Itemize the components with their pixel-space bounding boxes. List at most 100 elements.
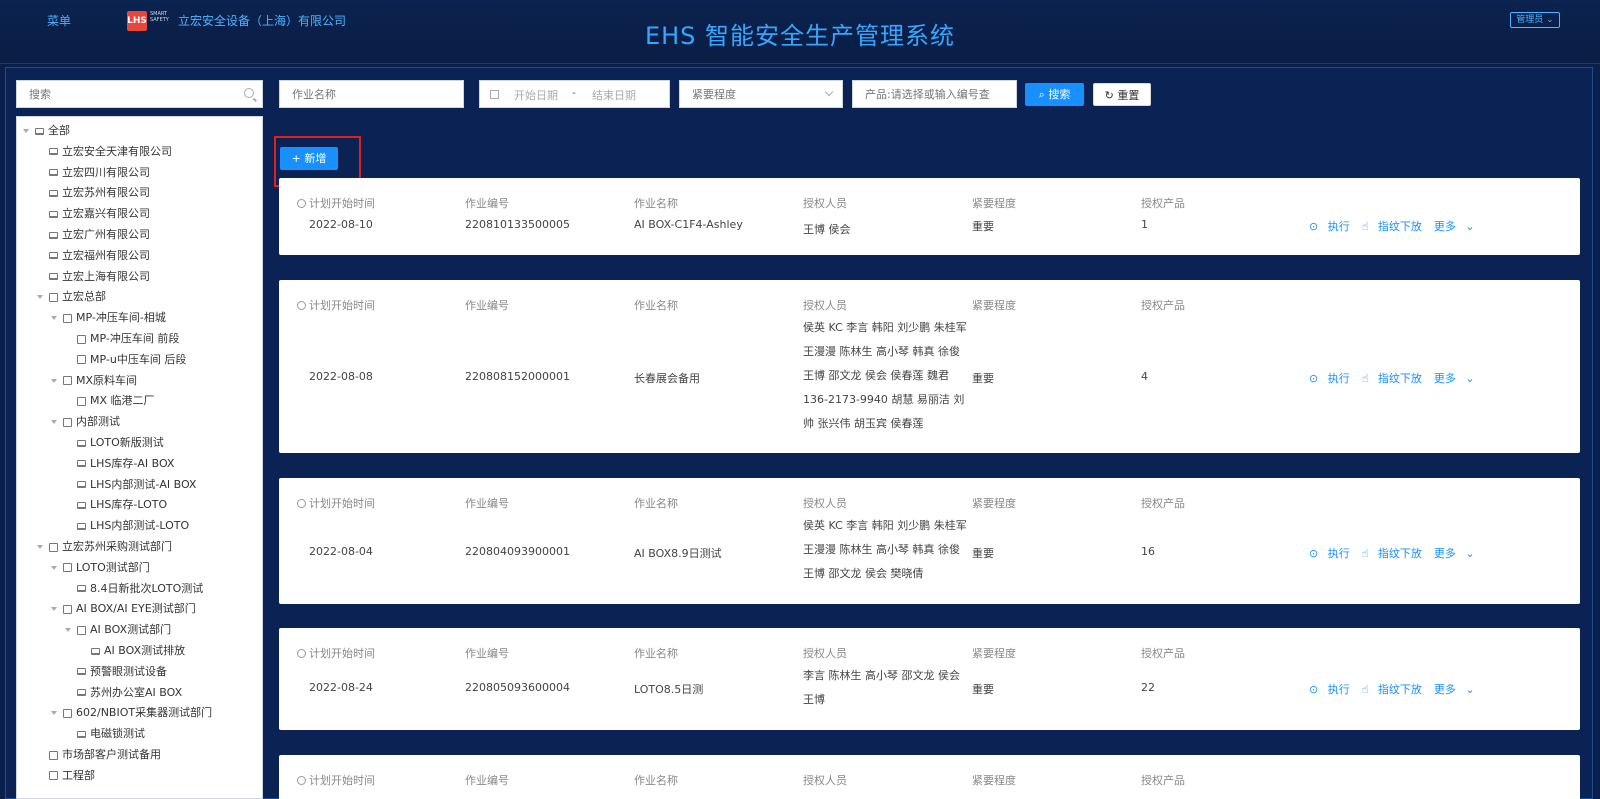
caret-down-icon[interactable]: [51, 316, 57, 321]
tree-node-label: MP-u中压车间 后段: [90, 352, 187, 366]
caret-down-icon[interactable]: [65, 628, 71, 633]
tree-node[interactable]: 立宏四川有限公司: [37, 163, 150, 183]
tree-node[interactable]: 苏州办公室AI BOX: [65, 683, 182, 703]
action-label: 执行: [1327, 683, 1350, 696]
admin-label: 管理员: [1516, 15, 1544, 25]
urgency-select-input[interactable]: [680, 81, 842, 107]
tree-node-label: 立宏苏州采购测试部门: [62, 540, 172, 553]
date-range-picker[interactable]: 开始日期 - 结束日期: [479, 80, 670, 108]
search-icon[interactable]: [244, 88, 254, 98]
monitor-icon: [49, 148, 58, 156]
start-date-placeholder[interactable]: 开始日期: [514, 87, 558, 103]
tree-node[interactable]: 内部测试: [51, 412, 120, 432]
caret-down-icon[interactable]: [37, 545, 43, 549]
execute-button[interactable]: ⊙ 执行: [1309, 372, 1356, 385]
admin-dropdown[interactable]: 管理员 ⌄: [1510, 12, 1560, 28]
clock-icon: [297, 776, 306, 785]
execute-button[interactable]: ⊙ 执行: [1309, 683, 1356, 696]
caret-down-icon[interactable]: [51, 565, 57, 570]
column-header-label: 授权产品: [1141, 497, 1185, 510]
fingerprint-issue-button[interactable]: ☝ 指纹下放: [1362, 220, 1428, 233]
search-button[interactable]: ⌕ 搜索: [1025, 83, 1084, 106]
authorized-persons: 王博 侯会: [803, 223, 851, 236]
tree-node[interactable]: MP-冲压车间 前段: [65, 329, 179, 349]
caret-down-icon[interactable]: [23, 129, 29, 133]
tree-node[interactable]: LHS库存-LOTO: [65, 495, 167, 515]
cell-start: 2022-08-24: [309, 681, 373, 694]
tree-node[interactable]: MX原料车间: [51, 371, 137, 391]
more-dropdown[interactable]: 更多 ⌄: [1434, 683, 1481, 696]
authorized-persons: 侯英 KC 李言 韩阳 刘少鹏 朱桂军 王漫漫 陈林生 高小琴 韩真 徐俊 王博…: [803, 519, 967, 580]
tree-node[interactable]: LHS内部测试-AI BOX: [65, 475, 196, 495]
calendar-icon: [490, 90, 499, 99]
tree-node[interactable]: 立宏上海有限公司: [37, 267, 150, 287]
caret-down-icon[interactable]: [51, 378, 57, 383]
clock-icon: [297, 301, 306, 310]
reset-button[interactable]: ↻ 重置: [1093, 83, 1151, 106]
tree-node-label: 立宏上海有限公司: [62, 269, 150, 283]
tree-node[interactable]: 立宏苏州采购测试部门: [37, 537, 172, 557]
tree-node[interactable]: 立宏福州有限公司: [37, 246, 150, 266]
tree-node[interactable]: AI BOX/AI EYE测试部门: [51, 599, 196, 619]
tree-node[interactable]: 立宏广州有限公司: [37, 225, 150, 245]
tree-node[interactable]: 工程部: [37, 766, 95, 786]
add-button[interactable]: + 新增: [280, 147, 338, 170]
caret-down-icon[interactable]: [37, 295, 43, 300]
column-header-label: 授权人员: [803, 497, 847, 510]
job-card: 计划开始时间 2022-08-08 作业编号 220808152000001 作业名称长…: [279, 280, 1580, 453]
end-date-placeholder[interactable]: 结束日期: [592, 87, 636, 103]
tree-node[interactable]: MP-冲压车间-相城: [51, 308, 166, 328]
tree-node[interactable]: 8.4日新批次LOTO测试: [65, 579, 203, 599]
execute-button[interactable]: ⊙ 执行: [1309, 547, 1356, 560]
tree-node[interactable]: MX 临港二厂: [65, 391, 155, 411]
tree-node[interactable]: 市场部客户测试备用: [37, 745, 161, 765]
cell-code: 220810133500005: [465, 218, 570, 231]
tree-node[interactable]: 立宏嘉兴有限公司: [37, 204, 150, 224]
more-dropdown[interactable]: 更多 ⌄: [1434, 547, 1481, 560]
execute-button[interactable]: ⊙ 执行: [1309, 220, 1356, 233]
caret-down-icon[interactable]: [51, 607, 57, 612]
urgency-select[interactable]: [679, 80, 843, 108]
fingerprint-issue-button[interactable]: ☝ 指纹下放: [1362, 547, 1428, 560]
column-header-label: 紧要程度: [972, 774, 1016, 787]
tree-node[interactable]: 全部: [23, 121, 70, 141]
tree-node-label: 立宏四川有限公司: [62, 165, 150, 179]
more-dropdown[interactable]: 更多 ⌄: [1434, 372, 1481, 385]
monitor-icon: [77, 501, 86, 509]
tree-node[interactable]: 电磁锁测试: [65, 724, 145, 744]
tree-node[interactable]: 立宏安全天津有限公司: [37, 142, 172, 162]
tree-node-label: LHS库存-LOTO: [90, 498, 168, 512]
caret-down-icon[interactable]: [51, 420, 57, 425]
tree-node[interactable]: 预警眼测试设备: [65, 662, 167, 682]
tree-node[interactable]: LHS内部测试-LOTO: [65, 516, 189, 536]
cell-start: 2022-08-04: [309, 545, 373, 558]
tree-node[interactable]: LOTO新版测试: [65, 433, 164, 453]
column-header-urgency: 紧要程度: [972, 297, 1016, 313]
column-header-code: 作业编号: [465, 495, 509, 511]
caret-down-icon[interactable]: [51, 711, 57, 716]
tree-node[interactable]: 602/NBIOT采集器测试部门: [51, 703, 212, 723]
tree-node[interactable]: MP-u中压车间 后段: [65, 350, 186, 370]
fingerprint-issue-button[interactable]: ☝ 指纹下放: [1362, 683, 1428, 696]
tree-node[interactable]: LOTO测试部门: [51, 558, 150, 578]
action-label: 指纹下放: [1377, 683, 1422, 696]
tree-node[interactable]: 立宏苏州有限公司: [37, 183, 150, 203]
column-header-label: 作业名称: [634, 497, 678, 510]
job-name-input[interactable]: [280, 81, 463, 107]
product-input[interactable]: [853, 81, 1016, 107]
more-dropdown[interactable]: 更多 ⌄: [1434, 220, 1481, 233]
sidebar-search-input[interactable]: [17, 81, 227, 107]
column-header-label: 作业名称: [634, 647, 678, 660]
tree-node[interactable]: AI BOX测试排放: [79, 641, 185, 661]
column-header-start: 计划开始时间: [297, 195, 375, 211]
fingerprint-issue-button[interactable]: ☝ 指纹下放: [1362, 372, 1428, 385]
document-icon: [49, 771, 58, 781]
tree-node[interactable]: AI BOX测试部门: [65, 620, 171, 640]
cell-products: 22: [1141, 681, 1155, 694]
tree-node[interactable]: LHS库存-AI BOX: [65, 454, 174, 474]
tree-node-label: 立宏广州有限公司: [62, 228, 150, 241]
monitor-icon: [49, 189, 58, 197]
tree-node[interactable]: 立宏总部: [37, 287, 106, 307]
column-header-label: 计划开始时间: [309, 197, 375, 210]
column-header-persons: 授权人员: [803, 297, 847, 313]
